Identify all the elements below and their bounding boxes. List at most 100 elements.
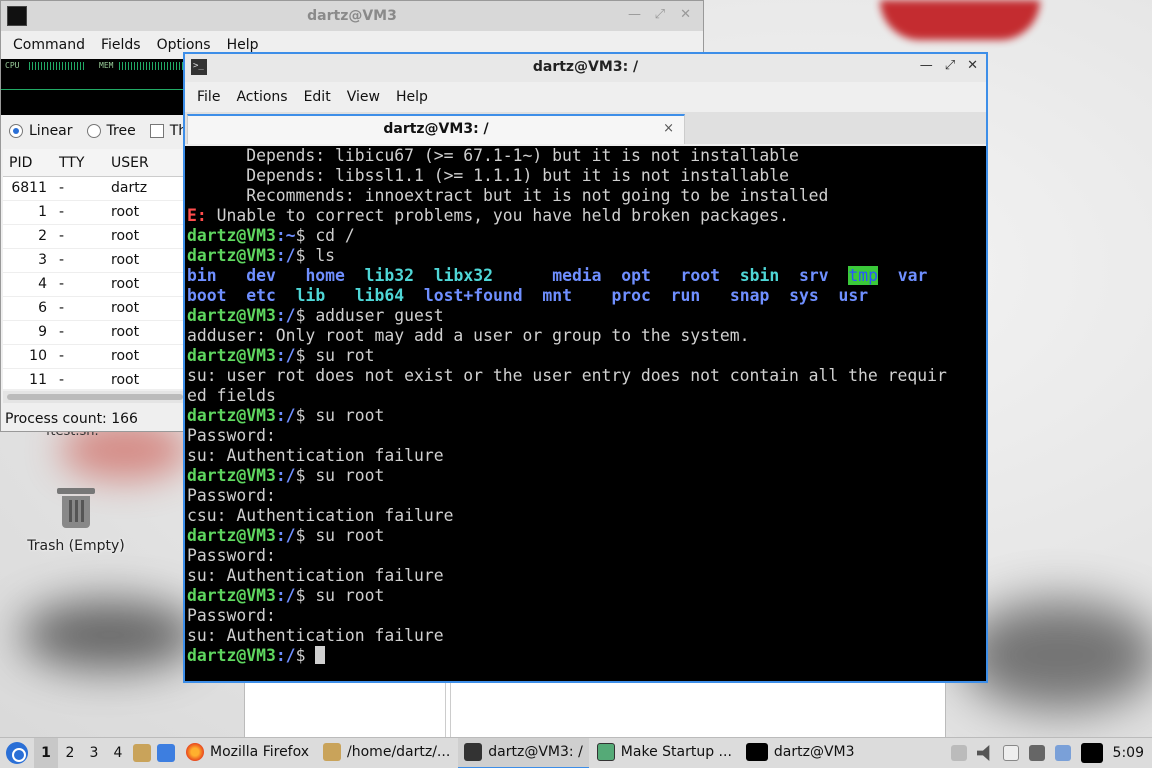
process-tty: - [59, 252, 65, 268]
tab-close-icon[interactable]: × [663, 121, 674, 136]
column-pid[interactable]: PID [9, 155, 32, 171]
process-row[interactable]: 11- root [3, 369, 186, 389]
linear-radio[interactable] [9, 124, 23, 138]
prompt-user: dartz@VM3 [187, 246, 276, 265]
cpu-graph-label: CPU [5, 61, 20, 70]
terminal-screen[interactable]: Depends: libicu67 (>= 67.1-1~) but it is… [185, 146, 986, 681]
terminal-line: Recommends: innoextract but it is not go… [187, 186, 829, 205]
ls-entry: snap [729, 286, 770, 305]
task-manager-titlebar[interactable]: dartz@VM3 — ⤢ ✕ [1, 1, 703, 31]
terminal-title: dartz@VM3: / [532, 59, 639, 75]
view-tree-option[interactable]: Tree [86, 123, 136, 139]
command-text: su root [315, 526, 385, 545]
ls-entry-tmp: tmp [848, 266, 878, 285]
background-window-divider [445, 683, 451, 737]
task-file-manager[interactable]: /home/dartz/... [317, 738, 456, 768]
prompt-user: dartz@VM3 [187, 406, 276, 425]
terminal-maximize-icon[interactable]: ⤢ [945, 58, 955, 73]
network-icon[interactable] [1028, 745, 1045, 761]
terminal-line: su: user rot does not exist or the user … [187, 366, 947, 385]
column-tty[interactable]: TTY [59, 155, 84, 171]
process-user: dartz [111, 180, 148, 196]
terminal-tab[interactable]: dartz@VM3: / × [187, 114, 685, 144]
volume-icon[interactable] [976, 745, 990, 761]
prompt-path: :/ [275, 526, 296, 545]
firefox-icon [186, 743, 204, 761]
start-menu-icon[interactable] [6, 742, 28, 764]
terminal-close-icon[interactable]: ✕ [967, 58, 978, 73]
process-row[interactable]: 6- root [3, 297, 186, 321]
ls-entry: var [897, 266, 928, 285]
process-row[interactable]: 10- root [3, 345, 186, 369]
process-pid: 3 [38, 252, 47, 268]
workspace-4[interactable]: 4 [106, 745, 130, 761]
show-desktop-icon[interactable] [157, 744, 175, 762]
process-pid: 6 [38, 300, 47, 316]
process-row[interactable]: 2- root [3, 225, 186, 249]
update-icon[interactable] [1054, 745, 1071, 761]
view-third-option[interactable]: Th [149, 123, 187, 139]
terminal-titlebar[interactable]: >_ dartz@VM3: / — ⤢ ✕ [185, 54, 986, 82]
ls-entry: dev [246, 266, 276, 285]
process-row[interactable]: 3- root [3, 249, 186, 273]
workspace-2[interactable]: 2 [58, 745, 82, 761]
process-user: root [111, 276, 140, 292]
process-pid: 1 [38, 204, 47, 220]
menu-actions[interactable]: Actions [228, 89, 295, 105]
process-row[interactable]: 6811- dartz [3, 177, 186, 201]
mem-graph-label: MEM [99, 61, 114, 70]
menu-view[interactable]: View [339, 89, 388, 105]
prompt-path: :/ [275, 346, 296, 365]
view-linear-option[interactable]: Linear [9, 123, 73, 139]
clipboard-icon[interactable] [950, 745, 967, 761]
menu-fields[interactable]: Fields [93, 37, 149, 53]
process-row[interactable]: 1- root [3, 201, 186, 225]
menu-file[interactable]: File [189, 89, 228, 105]
background-window[interactable] [244, 683, 946, 737]
terminal-line: Password: [187, 426, 276, 445]
workspace-3[interactable]: 3 [82, 745, 106, 761]
process-table-scrollbar[interactable] [3, 391, 186, 403]
workspace-1[interactable]: 1 [34, 737, 58, 768]
close-icon[interactable]: ✕ [680, 7, 691, 22]
cpu-graph [29, 62, 85, 70]
linear-label: Linear [29, 123, 73, 139]
prompt-user: dartz@VM3 [187, 226, 276, 245]
trash-desktop-icon[interactable]: Trash (Empty) [26, 486, 126, 554]
prompt-user: dartz@VM3 [187, 466, 276, 485]
scrollbar-thumb[interactable] [7, 394, 183, 400]
column-user[interactable]: USER [111, 155, 149, 171]
minimize-icon[interactable]: — [628, 7, 641, 22]
menu-help[interactable]: Help [388, 89, 436, 105]
terminal-minimize-icon[interactable]: — [920, 58, 933, 73]
process-row[interactable]: 9- root [3, 321, 186, 345]
tree-label: Tree [106, 123, 136, 139]
prompt-dollar: $ [295, 646, 316, 665]
clock[interactable]: 5:09 [1113, 745, 1144, 761]
menu-command[interactable]: Command [5, 37, 93, 53]
task-terminal[interactable]: dartz@VM3: / [458, 737, 589, 768]
menu-help[interactable]: Help [219, 37, 267, 53]
ls-output-row-2: boot etc lib lib64 lost+found mnt proc r… [187, 286, 986, 306]
monitor-icon[interactable] [1080, 743, 1103, 763]
process-table[interactable]: PID TTY USER 6811- dartz 1- root 2- root 3- roo… [3, 149, 186, 389]
process-user: root [111, 348, 140, 364]
terminal-window[interactable]: >_ dartz@VM3: / — ⤢ ✕ File Actions Edit … [183, 52, 988, 683]
third-checkbox[interactable] [149, 124, 164, 138]
task-startup-disk[interactable]: Make Startup ... [591, 738, 738, 768]
terminal-prompt-line[interactable]: dartz@VM3:/$ [187, 646, 986, 666]
terminal-line: E: Unable to correct problems, you have … [187, 206, 986, 226]
process-pid: 9 [38, 324, 47, 340]
wallpaper-shadow-left [20, 600, 200, 670]
menu-edit[interactable]: Edit [296, 89, 339, 105]
tree-radio[interactable] [86, 124, 101, 138]
maximize-icon[interactable]: ⤢ [655, 7, 665, 22]
notes-icon[interactable] [1002, 745, 1019, 761]
task-firefox[interactable]: Mozilla Firefox [180, 738, 315, 768]
task-task-manager[interactable]: dartz@VM3 [740, 738, 861, 768]
menu-options[interactable]: Options [149, 37, 219, 53]
prompt-user: dartz@VM3 [187, 526, 276, 545]
process-tty: - [59, 372, 65, 388]
process-row[interactable]: 4- root [3, 273, 186, 297]
file-manager-launcher-icon[interactable] [133, 744, 151, 762]
